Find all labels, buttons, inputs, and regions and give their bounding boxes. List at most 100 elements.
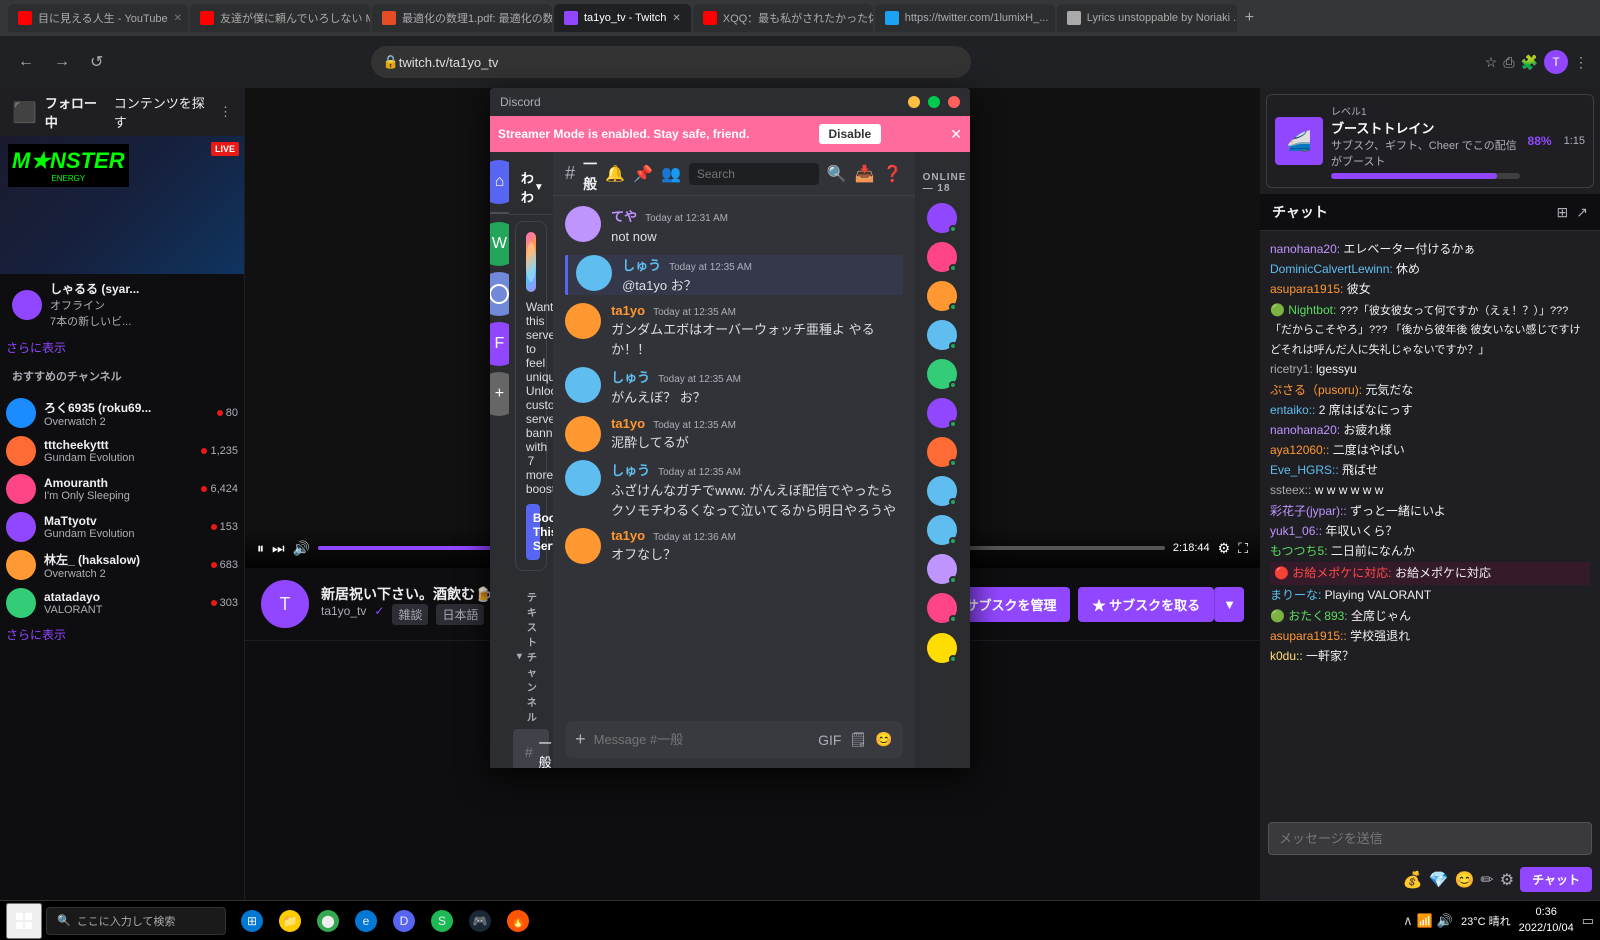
taskbar-explore-btn[interactable]: 📁 <box>272 903 308 939</box>
sys-tray-arrow[interactable]: ∧ <box>1403 913 1413 929</box>
discord-server-icon-3[interactable]: F <box>490 322 509 366</box>
fullscreen-btn[interactable]: ⛶ <box>1238 540 1248 557</box>
taskbar-chrome-btn[interactable]: ⬤ <box>310 903 346 939</box>
chat-bits-btn[interactable]: 💎 <box>1429 870 1449 890</box>
discord-server-name[interactable]: わわ ▼ <box>509 160 553 215</box>
sys-sound-icon[interactable]: 🔊 <box>1437 913 1453 929</box>
discord-server-icon-1[interactable]: W <box>490 222 509 266</box>
settings-video-btn[interactable]: ⚙ <box>1218 540 1231 557</box>
discord-message-input[interactable] <box>594 732 810 747</box>
star-btn[interactable]: ☆ <box>1485 54 1498 71</box>
discord-pin-icon[interactable]: 📌 <box>633 164 653 184</box>
tab-xqq[interactable]: XQQ：最も私がされたかった体験... ✕ <box>693 4 873 32</box>
chat-send-btn[interactable]: チャット <box>1520 867 1592 892</box>
disable-streamer-mode-btn[interactable]: Disable <box>819 124 882 144</box>
back-btn[interactable]: ← <box>12 49 40 75</box>
member-aya12060[interactable]: aya12060: 二度はやばい <box>919 433 966 471</box>
taskbar-steam-btn[interactable]: 🎮 <box>462 903 498 939</box>
streamer-tttcheekyttt[interactable]: tttcheekyttt Gundam Evolution 1,235 <box>0 432 244 470</box>
chat-points-btn[interactable]: ⚙ <box>1500 870 1514 890</box>
discord-minimize-btn[interactable] <box>908 96 920 108</box>
following-label[interactable]: フォロー中 <box>45 93 106 131</box>
play-pause-btn[interactable]: ⏸ <box>257 540 264 557</box>
discord-emoji-btn[interactable]: 😊 <box>875 731 892 748</box>
reload-btn[interactable]: ↺ <box>84 48 109 76</box>
sidebar-more-btn[interactable]: ⋮ <box>219 104 232 120</box>
tab-pdf[interactable]: 最適化の数理1.pdf: 最適化の数... ✕ <box>372 4 552 32</box>
discord-attach-btn[interactable]: + <box>575 729 586 750</box>
next-btn[interactable]: ⏭ <box>272 540 285 557</box>
discord-maximize-btn[interactable] <box>928 96 940 108</box>
address-bar[interactable]: 🔒 twitch.tv/ta1yo_tv <box>371 46 971 78</box>
discord-bell-icon[interactable]: 🔔 <box>605 164 625 184</box>
task-view-btn[interactable]: ⊞ <box>234 903 270 939</box>
volume-btn[interactable]: 🔊 <box>293 540 310 557</box>
subscribe-btn[interactable]: ★ サブスクを取る <box>1078 587 1214 622</box>
discord-overlay[interactable]: Discord Streamer Mode is enabled. Stay s… <box>490 88 970 768</box>
twitch-chat-message-input[interactable] <box>1268 822 1592 855</box>
taskbar-spotify-btn[interactable]: S <box>424 903 460 939</box>
member-reita[interactable]: Reita <box>919 238 966 276</box>
taskbar-app7-btn[interactable]: 🔥 <box>500 903 536 939</box>
chat-emoji-btn[interactable]: 😊 <box>1454 870 1474 890</box>
stream-category1[interactable]: 雑談 <box>392 604 428 625</box>
member-teya[interactable]: てや Playing Phasmophobia <box>919 550 966 588</box>
tab-close-btn[interactable]: ✕ <box>174 13 182 24</box>
member-pochin[interactable]: ぽちん_・。♥ <box>919 589 966 627</box>
chat-reward-btn[interactable]: 💰 <box>1403 870 1423 890</box>
discord-gif-btn[interactable]: GIF <box>818 731 841 748</box>
boost-server-btn[interactable]: Boost This Server <box>526 504 540 560</box>
subscribe-dropdown-btn[interactable]: ▼ <box>1214 587 1244 622</box>
streamer-haksalow[interactable]: 林左_ (haksalow) Overwatch 2 683 <box>0 546 244 584</box>
member-eve-hgrs[interactable]: Eve_HGRS 飛ばせ <box>919 472 966 510</box>
discord-home-icon[interactable]: ⌂ <box>490 160 509 204</box>
discord-server-icon-2[interactable] <box>490 272 509 316</box>
start-menu-btn[interactable] <box>6 903 42 939</box>
streamer-amouranth[interactable]: Amouranth I'm Only Sleeping 6,424 <box>0 470 244 508</box>
taskbar-search-bar[interactable]: 🔍 ここに入力して検索 <box>46 907 226 935</box>
member-komatsubu[interactable]: こまつば Playing Overwatch <box>919 394 966 432</box>
streamer-roku[interactable]: ろく6935 (roku69... Overwatch 2 80 <box>0 394 244 432</box>
forward-btn[interactable]: → <box>48 49 76 75</box>
discord-search-btn[interactable]: 🔍 <box>827 164 847 184</box>
discord-text-category[interactable]: ▾ テキストチャンネル <box>509 577 553 728</box>
chat-layout-btn[interactable]: ⊞ <box>1557 204 1569 221</box>
show-more-recommended[interactable]: さらに表示 <box>0 622 244 647</box>
discord-search-input[interactable] <box>689 163 819 185</box>
discord-sticker-btn[interactable]: 🗒 <box>849 731 867 748</box>
extension-btn[interactable]: 🧩 <box>1521 54 1538 71</box>
chat-edit-btn[interactable]: ✏ <box>1480 870 1493 890</box>
show-more-offline[interactable]: さらに表示 <box>0 335 244 360</box>
discord-server-icon-4[interactable]: + <box>490 372 509 416</box>
discord-channel-general[interactable]: # 一般 + <box>513 729 549 768</box>
new-tab-btn[interactable]: + <box>1239 5 1260 31</box>
settings-btn[interactable]: ⋮ <box>1574 54 1588 71</box>
close-banner-btn[interactable]: ✕ <box>950 126 962 143</box>
find-content-btn[interactable]: コンテンツを探す <box>114 93 211 131</box>
discord-members-icon[interactable]: 👥 <box>661 164 681 184</box>
tab-youtube1[interactable]: 目に見える人生 - YouTube ✕ <box>8 4 188 32</box>
member-mayo[interactable]: まよーぼ 👑 お仕事運張を運張です <box>919 628 966 668</box>
tab-youtube2[interactable]: 友達が僕に頼んでいろしない M... ✕ <box>190 4 370 32</box>
discord-inbox-btn[interactable]: 📥 <box>855 164 875 184</box>
member-edei[interactable]: えでい <box>919 316 966 354</box>
sys-network-icon[interactable]: 📶 <box>1417 913 1433 929</box>
tab-twitch[interactable]: ta1yo_tv - Twitch ✕ <box>554 4 691 32</box>
chat-expand-btn[interactable]: ↗ <box>1576 204 1588 221</box>
taskbar-discord-btn[interactable]: D <box>386 903 422 939</box>
stream-category2[interactable]: 日本語 <box>436 604 484 625</box>
tab-lyrics[interactable]: Lyrics unstoppable by Noriaki ... ✕ <box>1057 4 1237 32</box>
screenshot-btn[interactable]: ⎙ <box>1503 54 1514 71</box>
member-shuu[interactable]: しゅう <box>919 511 966 549</box>
member-kawase[interactable]: かわせ <box>919 355 966 393</box>
streamer-mattyotv[interactable]: MaTtyotv Gundam Evolution 153 <box>0 508 244 546</box>
streamer-atatadayo[interactable]: atatadayo VALORANT 303 <box>0 584 244 622</box>
tab-twitter[interactable]: https://twitter.com/1lumixH_... ✕ <box>875 4 1055 32</box>
taskbar-clock[interactable]: 0:36 2022/10/04 <box>1519 905 1574 936</box>
member-kayanezumi[interactable]: kayanezumi <box>919 199 966 237</box>
offline-streamer-item[interactable]: しゃるる (syar... オフライン 7本の新しいビ... <box>0 274 244 335</box>
tab-close-btn4[interactable]: ✕ <box>672 13 680 24</box>
show-desktop-btn[interactable]: ▭ <box>1582 913 1594 929</box>
discord-close-btn[interactable] <box>948 96 960 108</box>
stream-preview[interactable]: M★NSTER ENERGY LIVE <box>0 136 245 274</box>
